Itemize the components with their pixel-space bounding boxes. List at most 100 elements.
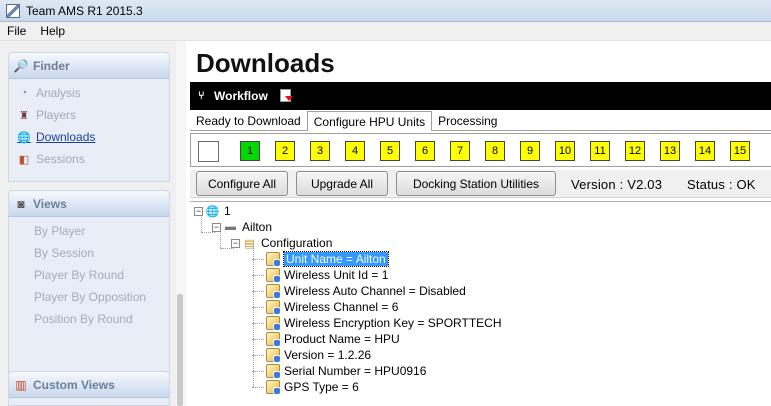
unit-slot[interactable]: 10 [555,141,575,161]
unit-slot[interactable]: 2 [275,141,295,161]
title-bar: Team AMS R1 2015.3 [0,0,771,22]
unit-slot[interactable]: 1 [240,141,260,161]
app-icon [6,3,20,18]
tab-configure-hpu-units[interactable]: Configure HPU Units [306,111,433,131]
tree-property-label: Wireless Auto Channel = Disabled [284,284,466,298]
views-header[interactable]: ◙ Views [9,191,169,217]
property-icon [266,300,281,315]
unit-slot[interactable]: 9 [520,141,540,161]
sidebar-item-label: Analysis [36,86,81,100]
tree-node-device[interactable]: − ▬ Ailton [212,219,272,235]
tree-property[interactable]: Version = 1.2.26 [252,347,371,363]
players-icon: ♜ [19,109,29,122]
unit-slot[interactable]: 5 [380,141,400,161]
tree-property[interactable]: GPS Type = 6 [252,379,359,395]
custom-views-header[interactable]: ▥ Custom Views [9,372,169,398]
workflow-label[interactable]: Workflow [214,89,268,103]
device-icon: ▬ [225,221,236,233]
property-icon [266,252,281,267]
finder-header[interactable]: 🔎 Finder [9,53,169,79]
unit-slot[interactable]: 8 [485,141,505,161]
property-icon [266,380,281,395]
collapse-icon[interactable]: − [194,206,203,216]
sidebar: 🔎 Finder ◔ Analysis ♜ Players 🌐 Download… [0,41,186,406]
property-icon [266,316,281,331]
view-by-player[interactable]: By Player [9,220,169,242]
tree-property[interactable]: Wireless Encryption Key = SPORTTECH [252,315,502,331]
tree-connector [252,258,264,260]
menu-help[interactable]: Help [33,24,72,38]
analysis-icon: ◔ [20,87,28,99]
tree-property-label: Product Name = HPU [284,332,400,346]
status-label: Status : OK [687,177,756,192]
camera-icon: ◙ [17,196,25,211]
tree-property[interactable]: Product Name = HPU [252,331,400,347]
sidebar-item-players[interactable]: ♜ Players [9,104,169,126]
tab-processing[interactable]: Processing [432,112,503,130]
config-tree: − 🌐 1 − ▬ Ailton − ▤ Configuration Unit … [190,201,771,406]
property-icon [266,332,281,347]
tree-connector [252,386,264,388]
sidebar-item-downloads[interactable]: 🌐 Downloads [9,126,169,148]
unit-slot[interactable]: 3 [310,141,330,161]
view-position-by-round[interactable]: Position By Round [9,308,169,330]
tree-property-label: GPS Type = 6 [284,380,359,394]
sidebar-item-label: Downloads [36,130,96,144]
view-player-by-opposition[interactable]: Player By Opposition [9,286,169,308]
views-panel: ◙ Views By Player By Session Player By R… [8,190,170,386]
property-icon [266,364,281,379]
sidebar-item-sessions[interactable]: ◧ Sessions [9,148,169,170]
tree-property-label: Wireless Encryption Key = SPORTTECH [284,316,502,330]
tree-node-root[interactable]: − 🌐 1 [194,203,231,219]
custom-views-title: Custom Views [33,377,115,392]
tree-property-label: Version = 1.2.26 [284,348,372,362]
sidebar-scroll-thumb[interactable] [177,294,183,406]
workflow-icon: ⑂ [198,90,205,102]
menu-bar: File Help [0,22,771,41]
tree-property[interactable]: Serial Number = HPU0916 [252,363,426,379]
view-player-by-round[interactable]: Player By Round [9,264,169,286]
unit-slot[interactable]: 11 [590,141,610,161]
tree-property[interactable]: Unit Name = Ailton [252,251,389,267]
workflow-bar: ⑂ Workflow [190,82,771,110]
tree-connector [252,290,264,292]
property-icon [266,284,281,299]
tree-connector [252,338,264,340]
unit-slot[interactable]: 13 [660,141,680,161]
tree-node-label: Configuration [261,236,333,250]
menu-file[interactable]: File [0,24,33,38]
unit-slot[interactable]: 6 [415,141,435,161]
view-by-session[interactable]: By Session [9,242,169,264]
tab-ready-to-download[interactable]: Ready to Download [190,112,307,130]
upgrade-all-button[interactable]: Upgrade All [296,171,388,196]
tree-property-label: Unit Name = Ailton [283,251,389,267]
tree-property[interactable]: Wireless Unit Id = 1 [252,267,388,283]
sessions-icon: ◧ [18,153,30,166]
tree-node-configuration[interactable]: − ▤ Configuration [231,235,332,251]
unit-slot[interactable]: 4 [345,141,365,161]
unit-slot[interactable]: 14 [695,141,715,161]
property-icon [266,348,281,363]
toolbar: Configure All Upgrade All Docking Statio… [190,170,771,198]
sidebar-item-analysis[interactable]: ◔ Analysis [9,82,169,104]
unit-strip: 1 2 3 4 5 6 7 8 9 10 11 12 13 14 15 [190,133,771,167]
docking-station-utilities-button[interactable]: Docking Station Utilities [396,171,556,196]
tree-node-label: Ailton [242,220,273,234]
unit-slot[interactable]: 15 [730,141,750,161]
collapse-icon[interactable]: − [231,238,240,248]
finder-title: Finder [33,58,70,73]
property-icon [266,268,281,283]
tree-property[interactable]: Wireless Auto Channel = Disabled [252,283,466,299]
globe-icon: 🌐 [205,205,220,218]
workflow-dropdown-icon[interactable] [279,89,293,103]
custom-views-panel: ▥ Custom Views [8,371,170,406]
window-title: Team AMS R1 2015.3 [26,3,143,18]
configure-all-button[interactable]: Configure All [196,171,288,196]
magnifier-icon: 🔎 [13,58,29,73]
tree-property[interactable]: Wireless Channel = 6 [252,299,398,315]
select-all-units-checkbox[interactable] [198,141,219,162]
unit-slot[interactable]: 12 [625,141,645,161]
collapse-icon[interactable]: − [212,222,221,232]
version-label: Version : V2.03 [571,177,663,192]
unit-slot[interactable]: 7 [450,141,470,161]
